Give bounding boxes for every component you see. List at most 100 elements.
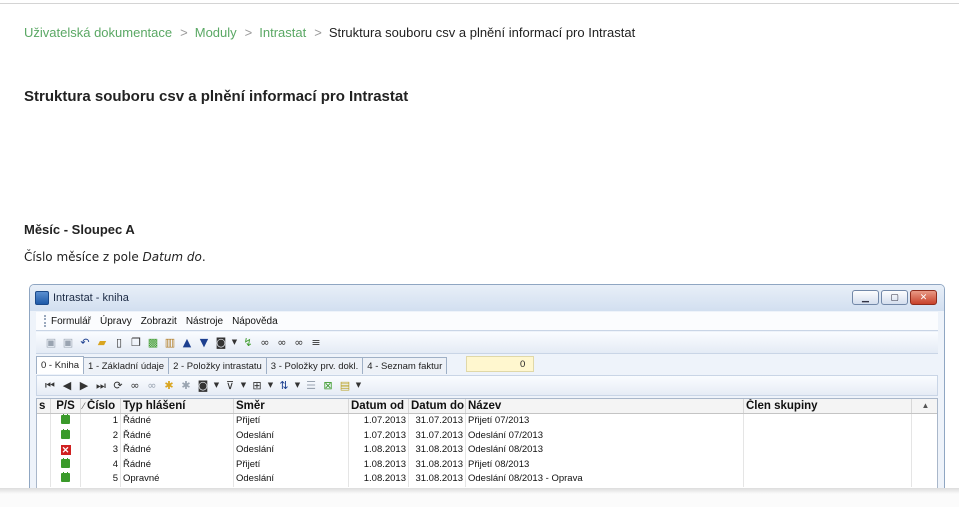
- breadcrumb-link-intrastat[interactable]: Intrastat: [259, 25, 306, 40]
- table-row[interactable]: 1 Řádné Přijetí 1.07.2013 31.07.2013 Přijetí …: [37, 414, 937, 429]
- column-header-datum-do[interactable]: Datum do: [409, 399, 466, 413]
- new-document-icon[interactable]: ▯: [112, 336, 126, 350]
- close-icon[interactable]: ✕: [910, 290, 937, 305]
- new-record-icon[interactable]: ✱: [162, 379, 176, 393]
- previous-record-icon[interactable]: ◀: [60, 379, 74, 393]
- grid-header: s P/S ⁄ Číslo Typ hlášení Směr Datum od …: [37, 399, 937, 414]
- cell-s: [37, 472, 51, 487]
- menu-formular[interactable]: Formulář: [51, 316, 91, 327]
- cell-scroll-track: [912, 443, 937, 458]
- breadcrumb-link-modules[interactable]: Moduly: [195, 25, 237, 40]
- column-header-typ[interactable]: Typ hlášení: [121, 399, 234, 413]
- column-header-ps[interactable]: P/S: [51, 399, 81, 413]
- table-row[interactable]: 5 Opravné Odeslání 1.08.2013 31.08.2013 Odesl…: [37, 472, 937, 487]
- find-replace-icon[interactable]: ∞: [292, 336, 306, 350]
- cell-smer: Odeslání: [234, 428, 349, 443]
- chevron-down-icon[interactable]: ▼: [355, 379, 362, 393]
- column-header-smer[interactable]: Směr: [234, 399, 349, 413]
- menu-napoveda[interactable]: Nápověda: [232, 316, 278, 327]
- column-header-cislo[interactable]: ⁄ Číslo: [81, 399, 121, 413]
- report-icon[interactable]: ▤: [338, 379, 352, 393]
- paragraph-text: Číslo měsíce z pole: [24, 250, 143, 264]
- next-record-icon[interactable]: ▶: [77, 379, 91, 393]
- cell-typ: Řádné: [121, 428, 234, 443]
- chevron-down-icon[interactable]: ▼: [213, 379, 220, 393]
- list-icon[interactable]: ☰: [304, 379, 318, 393]
- cell-typ: Řádné: [121, 414, 234, 429]
- chevron-down-icon[interactable]: ▼: [231, 336, 238, 350]
- cell-status: [51, 414, 81, 429]
- tab-polozky-prv-dokl[interactable]: 3 - Položky prv. dokl.: [265, 357, 364, 374]
- filter-icon[interactable]: ⊽: [223, 379, 237, 393]
- menu-nastroje[interactable]: Nástroje: [186, 316, 223, 327]
- open-folder-icon[interactable]: ▰: [95, 336, 109, 350]
- cell-datum-do: 31.07.2013: [409, 414, 466, 429]
- binoculars-icon[interactable]: ∞: [258, 336, 272, 350]
- page-title: Struktura souboru csv a plnění informací…: [24, 88, 409, 105]
- cell-clen-skupiny: [744, 428, 912, 443]
- menu-upravy[interactable]: Úpravy: [100, 316, 132, 327]
- cell-typ: Řádné: [121, 443, 234, 458]
- save-as-icon[interactable]: ▣: [61, 336, 75, 350]
- undo-icon[interactable]: ↶: [78, 336, 92, 350]
- first-record-icon[interactable]: ⏮: [43, 379, 57, 393]
- column-header-s[interactable]: s: [37, 399, 51, 413]
- arrow-up-icon[interactable]: ▲: [180, 336, 194, 350]
- find-next-icon[interactable]: ∞: [275, 336, 289, 350]
- lock-icon: [61, 414, 70, 424]
- save-icon[interactable]: ▣: [44, 336, 58, 350]
- tab-polozky-intrastatu[interactable]: 2 - Položky intrastatu: [168, 357, 267, 374]
- table-row[interactable]: 2 Řádné Odeslání 1.07.2013 31.07.2013 Odeslán…: [37, 428, 937, 443]
- tab-kniha[interactable]: 0 - Kniha: [36, 356, 85, 374]
- cell-datum-od: 1.08.2013: [349, 443, 409, 458]
- camera-icon[interactable]: ◙: [214, 336, 228, 350]
- column-header-datum-od[interactable]: Datum od: [349, 399, 409, 413]
- column-header-cislo-label: Číslo: [87, 400, 116, 412]
- table-row[interactable]: 4 Řádné Přijetí 1.08.2013 31.08.2013 Přijetí …: [37, 457, 937, 472]
- cell-s: [37, 414, 51, 429]
- export-icon[interactable]: ⊞: [250, 379, 264, 393]
- maximize-icon[interactable]: ▢: [881, 290, 908, 305]
- locked-error-icon: ✕: [60, 445, 71, 455]
- excel-icon[interactable]: ⊠: [321, 379, 335, 393]
- cell-smer: Přijetí: [234, 457, 349, 472]
- breadcrumb-link-user-docs[interactable]: Uživatelská dokumentace: [24, 25, 172, 40]
- table-row[interactable]: ✕ 3 Řádné Odeslání 1.08.2013 31.08.2013 Odeslá…: [37, 443, 937, 458]
- chevron-down-icon[interactable]: ▼: [294, 379, 301, 393]
- menu-lines-icon[interactable]: ≡: [309, 336, 323, 350]
- section-heading: Měsíc - Sloupec A: [24, 222, 135, 237]
- scroll-up-icon[interactable]: ▲: [912, 399, 937, 413]
- breadcrumb: Uživatelská dokumentace > Moduly > Intrastat…: [24, 25, 635, 40]
- breadcrumb-separator: >: [180, 25, 188, 40]
- tab-strip: 0 - Kniha 1 - Základní údaje 2 - Položky…: [36, 356, 938, 374]
- cell-cislo: 5: [81, 472, 121, 487]
- chevron-down-icon[interactable]: ▼: [240, 379, 247, 393]
- cell-scroll-track: [912, 472, 937, 487]
- last-record-icon[interactable]: ⏭: [94, 379, 108, 393]
- arrow-down-icon[interactable]: ▼: [197, 336, 211, 350]
- window-controls: ▁ ▢ ✕: [852, 290, 937, 305]
- lock-icon: [61, 472, 70, 482]
- column-header-nazev[interactable]: Název: [466, 399, 744, 413]
- search-disabled-icon[interactable]: ∞: [145, 379, 159, 393]
- tab-seznam-faktur[interactable]: 4 - Seznam faktur: [362, 357, 448, 374]
- copy-icon[interactable]: ❐: [129, 336, 143, 350]
- refresh-grid-icon[interactable]: ⟳: [111, 379, 125, 393]
- cell-s: [37, 443, 51, 458]
- column-header-clen-skupiny[interactable]: Člen skupiny: [744, 399, 912, 413]
- cell-datum-do: 31.08.2013: [409, 472, 466, 487]
- refresh-icon[interactable]: ↯: [241, 336, 255, 350]
- search-icon[interactable]: ∞: [128, 379, 142, 393]
- window-title: Intrastat - kniha: [53, 292, 129, 304]
- lock-icon: [61, 428, 70, 439]
- chevron-down-icon[interactable]: ▼: [267, 379, 274, 393]
- copy-record-icon[interactable]: ✱: [179, 379, 193, 393]
- menu-zobrazit[interactable]: Zobrazit: [141, 316, 177, 327]
- minimize-icon[interactable]: ▁: [852, 290, 879, 305]
- print-icon[interactable]: ◙: [196, 379, 210, 393]
- lock-icon[interactable]: ▩: [146, 336, 160, 350]
- breadcrumb-separator: >: [314, 25, 322, 40]
- sort-icon[interactable]: ⇅: [277, 379, 291, 393]
- book-icon[interactable]: ▥: [163, 336, 177, 350]
- tab-zakladni-udaje[interactable]: 1 - Základní údaje: [83, 357, 170, 374]
